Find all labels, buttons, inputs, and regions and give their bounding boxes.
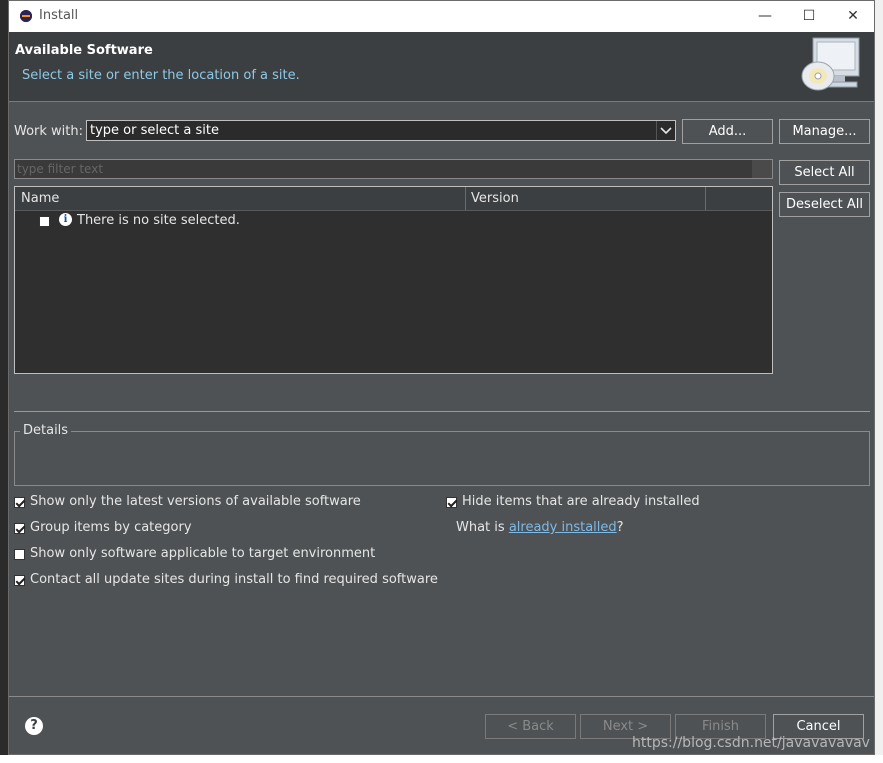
sash-divider[interactable] xyxy=(14,411,870,412)
what-is-prefix: What is xyxy=(456,520,509,535)
minimize-button[interactable]: — xyxy=(743,3,787,29)
option-hide-installed-label: Hide items that are already installed xyxy=(462,494,700,509)
back-label: < Back xyxy=(507,719,554,734)
add-site-label: Add... xyxy=(708,124,747,139)
page-description: Select a site or enter the location of a… xyxy=(22,68,300,83)
work-with-label: Work with: xyxy=(14,124,84,139)
table-header: Name Version xyxy=(15,187,772,211)
what-is-suffix: ? xyxy=(616,520,624,535)
footer-divider xyxy=(9,696,874,697)
checkbox-target-environment[interactable] xyxy=(14,549,25,560)
select-all-label: Select All xyxy=(794,165,855,180)
column-divider[interactable] xyxy=(705,187,706,210)
column-divider[interactable] xyxy=(465,187,466,210)
checkbox-latest-versions[interactable] xyxy=(14,497,25,508)
checkbox-contact-update-sites[interactable] xyxy=(14,575,25,586)
install-cd-monitor-icon xyxy=(801,37,860,91)
details-legend: Details xyxy=(20,423,72,438)
empty-message: There is no site selected. xyxy=(77,213,240,228)
checkbox-group-by-category[interactable] xyxy=(14,523,25,534)
maximize-button[interactable]: ☐ xyxy=(787,3,831,29)
filter-field[interactable] xyxy=(14,159,773,179)
title-bar: Install — ☐ ✕ xyxy=(9,1,874,33)
close-button[interactable]: ✕ xyxy=(831,3,875,29)
background-window xyxy=(875,0,883,763)
manage-sites-button[interactable]: Manage... xyxy=(779,119,870,144)
help-icon[interactable]: ? xyxy=(25,717,43,735)
details-group: Details xyxy=(14,423,870,486)
work-with-value: type or select a site xyxy=(90,123,219,138)
next-label: Next > xyxy=(602,719,649,734)
filter-clear-area xyxy=(752,160,772,178)
column-version[interactable]: Version xyxy=(471,191,519,206)
column-name[interactable]: Name xyxy=(21,191,59,206)
manage-sites-label: Manage... xyxy=(792,124,857,139)
info-icon: i xyxy=(59,213,72,226)
window-title: Install xyxy=(39,8,79,23)
software-table[interactable]: Name Version i There is no site selected… xyxy=(14,186,773,374)
filter-input[interactable] xyxy=(15,160,754,178)
option-target-environment-label: Show only software applicable to target … xyxy=(30,546,376,561)
finish-label: Finish xyxy=(701,719,739,734)
row-checkbox[interactable] xyxy=(39,216,50,227)
work-with-combo[interactable]: type or select a site xyxy=(86,120,676,141)
background-strip xyxy=(0,755,883,763)
select-all-button[interactable]: Select All xyxy=(779,160,870,185)
install-dialog: Install — ☐ ✕ Available Software Select … xyxy=(8,0,875,755)
what-is-installed-text: What is already installed? xyxy=(456,520,624,535)
option-latest-versions-label: Show only the latest versions of availab… xyxy=(30,494,361,509)
page-title: Available Software xyxy=(15,43,153,58)
checkbox-hide-installed[interactable] xyxy=(446,497,457,508)
wizard-header: Available Software Select a site or ente… xyxy=(9,32,874,102)
deselect-all-label: Deselect All xyxy=(786,197,863,212)
already-installed-link[interactable]: already installed xyxy=(509,520,617,535)
chevron-down-icon[interactable] xyxy=(656,121,675,140)
back-button[interactable]: < Back xyxy=(485,714,576,739)
option-group-by-category-label: Group items by category xyxy=(30,520,192,535)
watermark: https://blog.csdn.net/javavavavav xyxy=(632,735,870,751)
background-editor xyxy=(0,0,8,763)
add-site-button[interactable]: Add... xyxy=(682,119,773,144)
cancel-label: Cancel xyxy=(796,719,841,734)
deselect-all-button[interactable]: Deselect All xyxy=(779,192,870,217)
table-row[interactable]: i There is no site selected. xyxy=(15,211,772,231)
option-contact-update-sites-label: Contact all update sites during install … xyxy=(30,572,438,587)
eclipse-icon xyxy=(20,10,32,22)
